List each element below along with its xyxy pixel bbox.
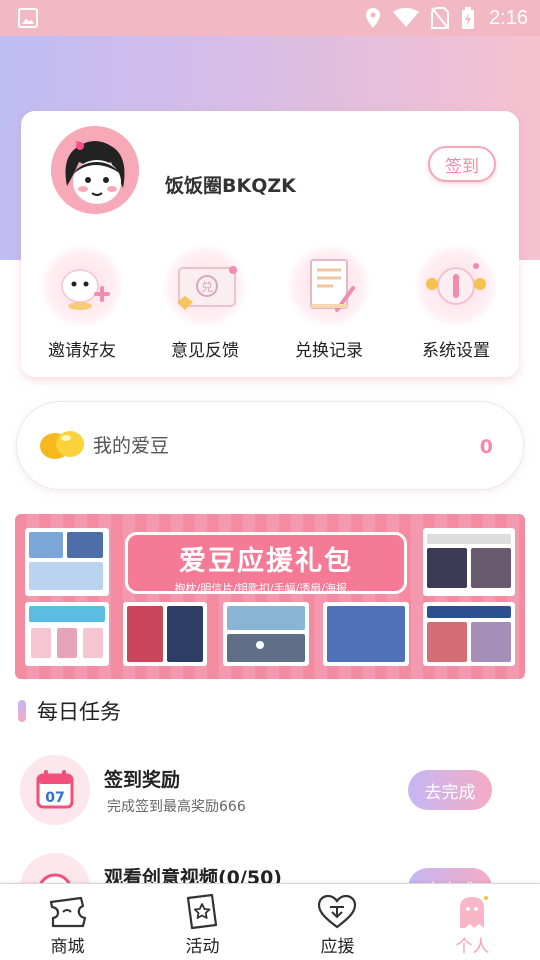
banner-title-box: 爱豆应援礼包 抱枕/明信片/钥匙扣/手幅/透扇/海报...	[125, 532, 407, 595]
task-item-checkin-reward: 07 签到奖励 完成签到最高奖励666 去完成	[0, 755, 540, 845]
calendar-icon: 07	[20, 755, 90, 825]
quick-action-label: 邀请好友	[48, 341, 116, 361]
support-heart-icon	[317, 894, 357, 929]
quick-action-invite-friends[interactable]: 邀请好友	[32, 244, 132, 361]
location-icon	[366, 8, 381, 28]
banner-page-indicator	[256, 641, 264, 649]
exchange-record-icon	[287, 244, 371, 328]
banner-product-thumbnail	[25, 602, 109, 666]
avatar-cartoon-icon	[51, 126, 139, 214]
banner-product-thumbnail	[423, 602, 515, 666]
tab-label: 应援	[320, 937, 355, 957]
banner-product-thumbnail	[323, 602, 409, 666]
task-title: 签到奖励	[104, 769, 181, 791]
my-idol-bean-card[interactable]: 我的爱豆 0	[16, 401, 524, 490]
idol-bean-label: 我的爱豆	[93, 435, 170, 457]
no-sim-icon	[431, 7, 450, 29]
banner-product-thumbnail	[123, 602, 207, 666]
banner-product-thumbnail	[25, 528, 109, 596]
promo-banner[interactable]: 爱豆应援礼包 抱枕/明信片/钥匙扣/手幅/透扇/海报...	[15, 514, 525, 679]
banner-product-thumbnail	[423, 528, 515, 596]
tab-shop[interactable]: 商城	[0, 884, 135, 960]
quick-action-exchange-record[interactable]: 兑换记录	[279, 244, 379, 361]
quick-action-label: 意见反馈	[171, 341, 239, 361]
avatar[interactable]	[51, 126, 139, 214]
tab-support[interactable]: 应援	[270, 884, 405, 960]
daily-tasks-title: 每日任务	[37, 700, 121, 724]
battery-icon	[462, 7, 475, 29]
status-icons: 2:16	[365, 6, 528, 30]
activity-star-icon	[186, 894, 218, 930]
quick-action-feedback[interactable]: 兑 意见反馈	[155, 244, 255, 361]
checkin-button[interactable]: 签到	[428, 146, 496, 182]
calendar-day: 07	[45, 790, 64, 806]
tab-label: 个人	[455, 937, 490, 957]
section-accent-bar	[18, 700, 26, 722]
task-description: 完成签到最高奖励666	[107, 799, 246, 815]
wifi-icon	[393, 8, 420, 27]
quick-action-label: 系统设置	[422, 341, 490, 361]
quick-action-label: 兑换记录	[295, 341, 363, 361]
quick-action-settings[interactable]: 系统设置	[406, 244, 506, 361]
username: 饭饭圈BKQZK	[165, 175, 296, 197]
settings-icon	[414, 244, 498, 328]
banner-title: 爱豆应援礼包	[179, 546, 353, 577]
gallery-notification-icon	[18, 8, 38, 28]
idol-bean-count: 0	[479, 436, 493, 458]
task-go-complete-button[interactable]: 去完成	[408, 770, 492, 810]
tab-label: 活动	[185, 937, 220, 957]
invite-friends-icon	[40, 244, 124, 328]
svg-text:兑: 兑	[201, 280, 213, 294]
idol-bean-icon	[40, 431, 84, 459]
shop-ticket-icon	[49, 896, 87, 928]
tab-label: 商城	[50, 937, 85, 957]
tab-profile[interactable]: 个人	[405, 884, 540, 960]
banner-product-thumbnail	[223, 602, 309, 666]
tab-activity[interactable]: 活动	[135, 884, 270, 960]
status-bar: 2:16	[0, 0, 540, 36]
banner-subtitle: 抱枕/明信片/钥匙扣/手幅/透扇/海报...	[174, 582, 358, 595]
profile-ghost-icon	[460, 896, 488, 928]
feedback-icon: 兑	[163, 244, 247, 328]
daily-tasks-header: 每日任务	[18, 696, 121, 726]
profile-card: 饭饭圈BKQZK 签到 邀请好友 兑 意见反馈 兑换记录 系统设置	[21, 111, 519, 377]
status-time: 2:16	[489, 6, 528, 29]
bottom-tab-bar: 商城 活动 应援 个人	[0, 883, 540, 960]
